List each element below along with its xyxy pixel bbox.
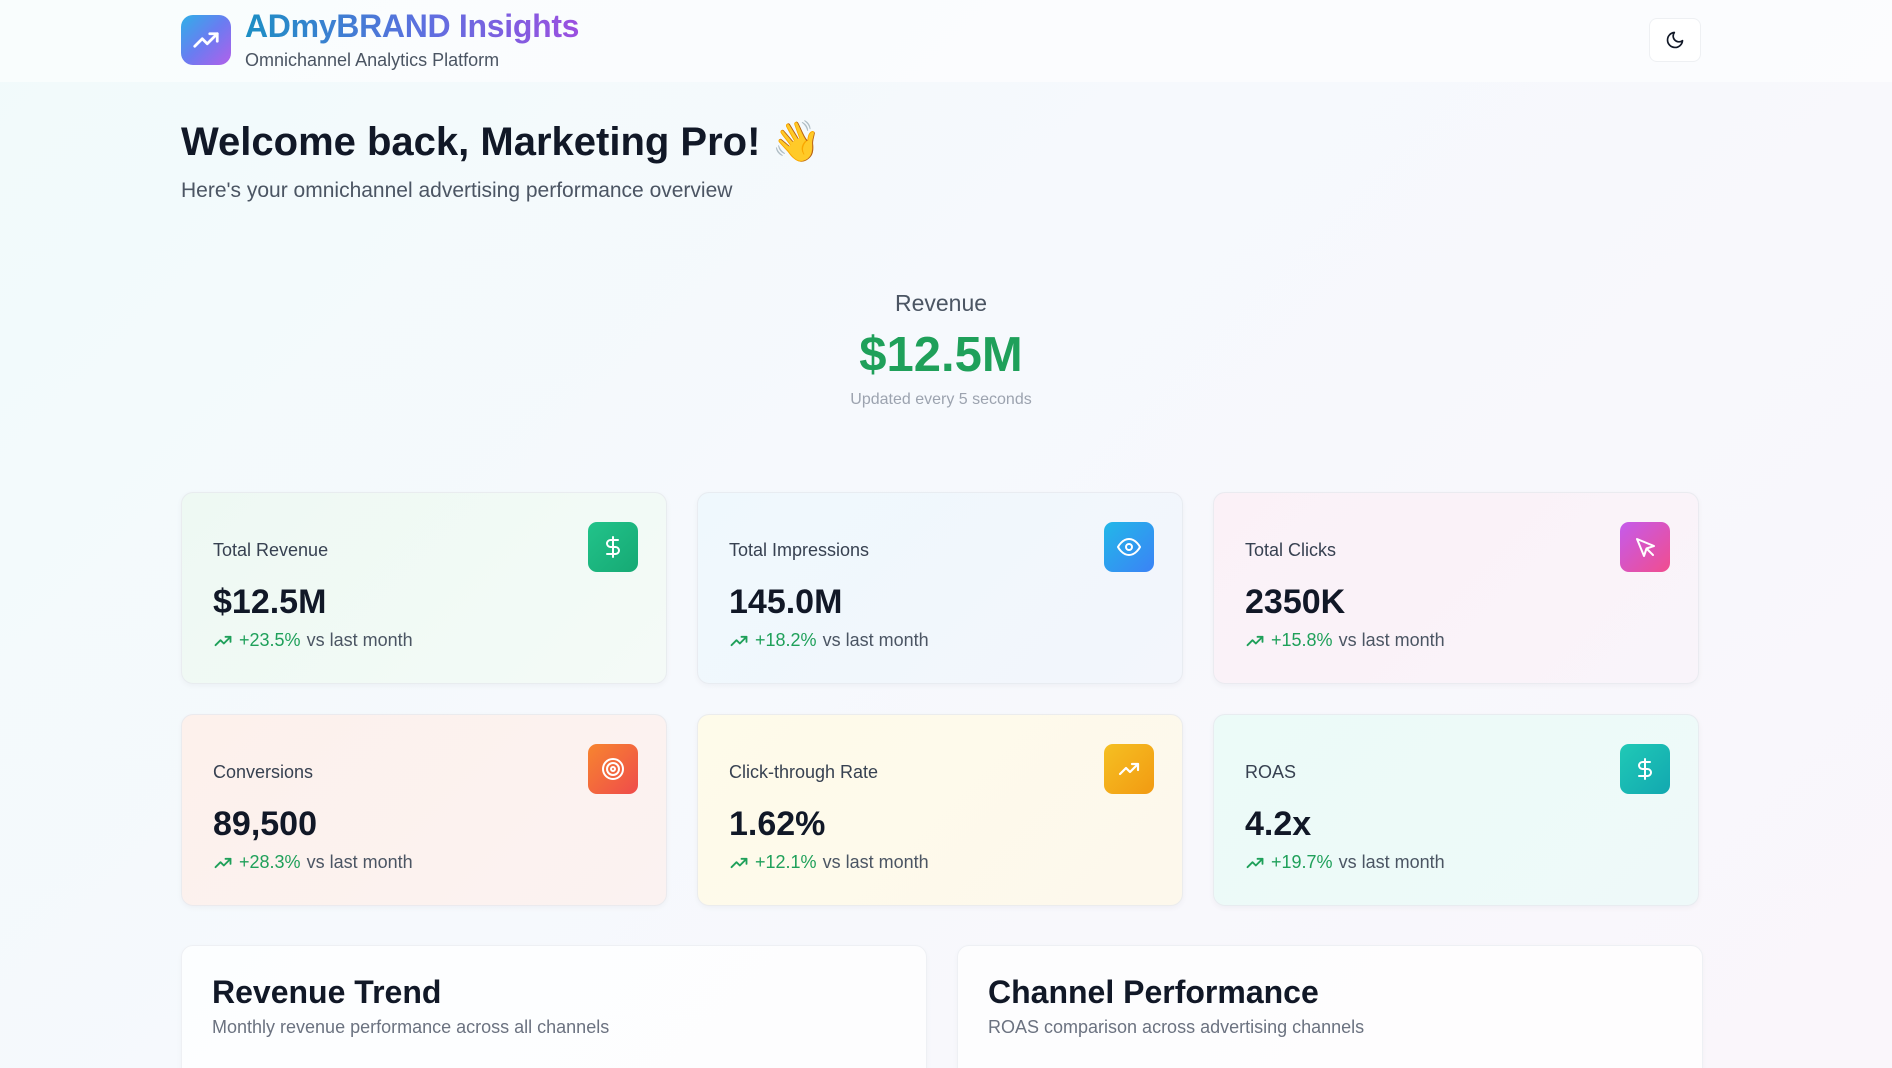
trend-up-icon bbox=[214, 635, 232, 646]
top-header: ADmyBRAND Insights Omnichannel Analytics… bbox=[0, 0, 1892, 82]
moon-icon bbox=[1666, 31, 1684, 49]
dollar-icon bbox=[1620, 744, 1670, 794]
target-icon bbox=[588, 744, 638, 794]
metric-change-percent: +12.1% bbox=[755, 852, 817, 872]
live-metric-label: Revenue bbox=[894, 290, 988, 316]
metric-change-period: vs last month bbox=[1338, 852, 1445, 872]
metric-value: 4.2x bbox=[1245, 805, 1312, 843]
trending-up-icon[interactable] bbox=[181, 15, 231, 65]
eye-icon bbox=[1104, 522, 1154, 572]
welcome-title: Welcome back, Marketing Pro! 👋 bbox=[181, 120, 822, 164]
metric-change-period: vs last month bbox=[306, 852, 413, 872]
metric-value: 145.0M bbox=[729, 583, 843, 621]
metric-label: Total Revenue bbox=[213, 540, 329, 560]
metric-card-roas[interactable]: ROAS 4.2x +19.7% vs last month bbox=[1213, 714, 1699, 906]
metric-value: 2350K bbox=[1245, 583, 1346, 621]
panel-title: Channel Performance bbox=[988, 974, 1319, 1010]
metric-card-total-revenue[interactable]: Total Revenue $12.5M +23.5% vs last mont… bbox=[181, 492, 667, 684]
metric-change-percent: +15.8% bbox=[1271, 630, 1333, 650]
live-metric-note: Updated every 5 seconds bbox=[850, 391, 1032, 408]
metric-label: Total Impressions bbox=[729, 540, 870, 560]
metric-label: Total Clicks bbox=[1245, 540, 1337, 560]
revenue-trend-panel: Revenue Trend Monthly revenue performanc… bbox=[181, 945, 927, 1068]
panel-subtitle: ROAS comparison across advertising chann… bbox=[988, 1017, 1365, 1037]
metric-value: 1.62% bbox=[729, 805, 826, 843]
dashboard-page: ADmyBRAND Insights Omnichannel Analytics… bbox=[0, 0, 1892, 1068]
metric-change-period: vs last month bbox=[822, 630, 929, 650]
metric-card-conversions[interactable]: Conversions 89,500 +28.3% vs last month bbox=[181, 714, 667, 906]
channel-performance-panel: Channel Performance ROAS comparison acro… bbox=[957, 945, 1703, 1068]
metric-label: ROAS bbox=[1245, 762, 1297, 782]
metric-value: 89,500 bbox=[213, 805, 317, 843]
metric-change-period: vs last month bbox=[306, 630, 413, 650]
trend-up-icon bbox=[730, 635, 748, 646]
metric-card-total-clicks[interactable]: Total Clicks 2350K +15.8% vs last month bbox=[1213, 492, 1699, 684]
brand-title: ADmyBRAND Insights bbox=[245, 8, 580, 44]
live-metric-value: $12.5M bbox=[859, 328, 1023, 382]
cursor-icon bbox=[1620, 522, 1670, 572]
trend-up-icon bbox=[1246, 857, 1264, 868]
metric-change-percent: +23.5% bbox=[239, 630, 301, 650]
dollar-icon bbox=[588, 522, 638, 572]
metric-change: +15.8% vs last month bbox=[1245, 630, 1445, 651]
metric-card-click-through-rate[interactable]: Click-through Rate 1.62% +12.1% vs last … bbox=[697, 714, 1183, 906]
panel-title: Revenue Trend bbox=[212, 974, 442, 1010]
brand-subtitle: Omnichannel Analytics Platform bbox=[245, 50, 500, 70]
welcome-subtitle: Here's your omnichannel advertising perf… bbox=[181, 179, 733, 202]
metric-change-period: vs last month bbox=[822, 852, 929, 872]
metric-change: +28.3% vs last month bbox=[213, 852, 413, 873]
metric-change-percent: +19.7% bbox=[1271, 852, 1333, 872]
metric-change-percent: +18.2% bbox=[755, 630, 817, 650]
metric-label: Conversions bbox=[213, 762, 314, 782]
metric-change-period: vs last month bbox=[1338, 630, 1445, 650]
panel-subtitle: Monthly revenue performance across all c… bbox=[212, 1017, 610, 1037]
metric-change: +18.2% vs last month bbox=[729, 630, 929, 651]
metric-change-percent: +28.3% bbox=[239, 852, 301, 872]
trend-up-icon bbox=[1246, 635, 1264, 646]
trend-up-icon bbox=[730, 857, 748, 868]
metric-value: $12.5M bbox=[213, 583, 327, 621]
theme-toggle-button[interactable] bbox=[1649, 18, 1701, 62]
trend-up-icon bbox=[214, 857, 232, 868]
metric-change: +12.1% vs last month bbox=[729, 852, 929, 873]
trending-up-icon bbox=[1104, 744, 1154, 794]
metric-label: Click-through Rate bbox=[729, 762, 879, 782]
metric-change: +19.7% vs last month bbox=[1245, 852, 1445, 873]
metric-card-total-impressions[interactable]: Total Impressions 145.0M +18.2% vs last … bbox=[697, 492, 1183, 684]
metric-change: +23.5% vs last month bbox=[213, 630, 413, 651]
